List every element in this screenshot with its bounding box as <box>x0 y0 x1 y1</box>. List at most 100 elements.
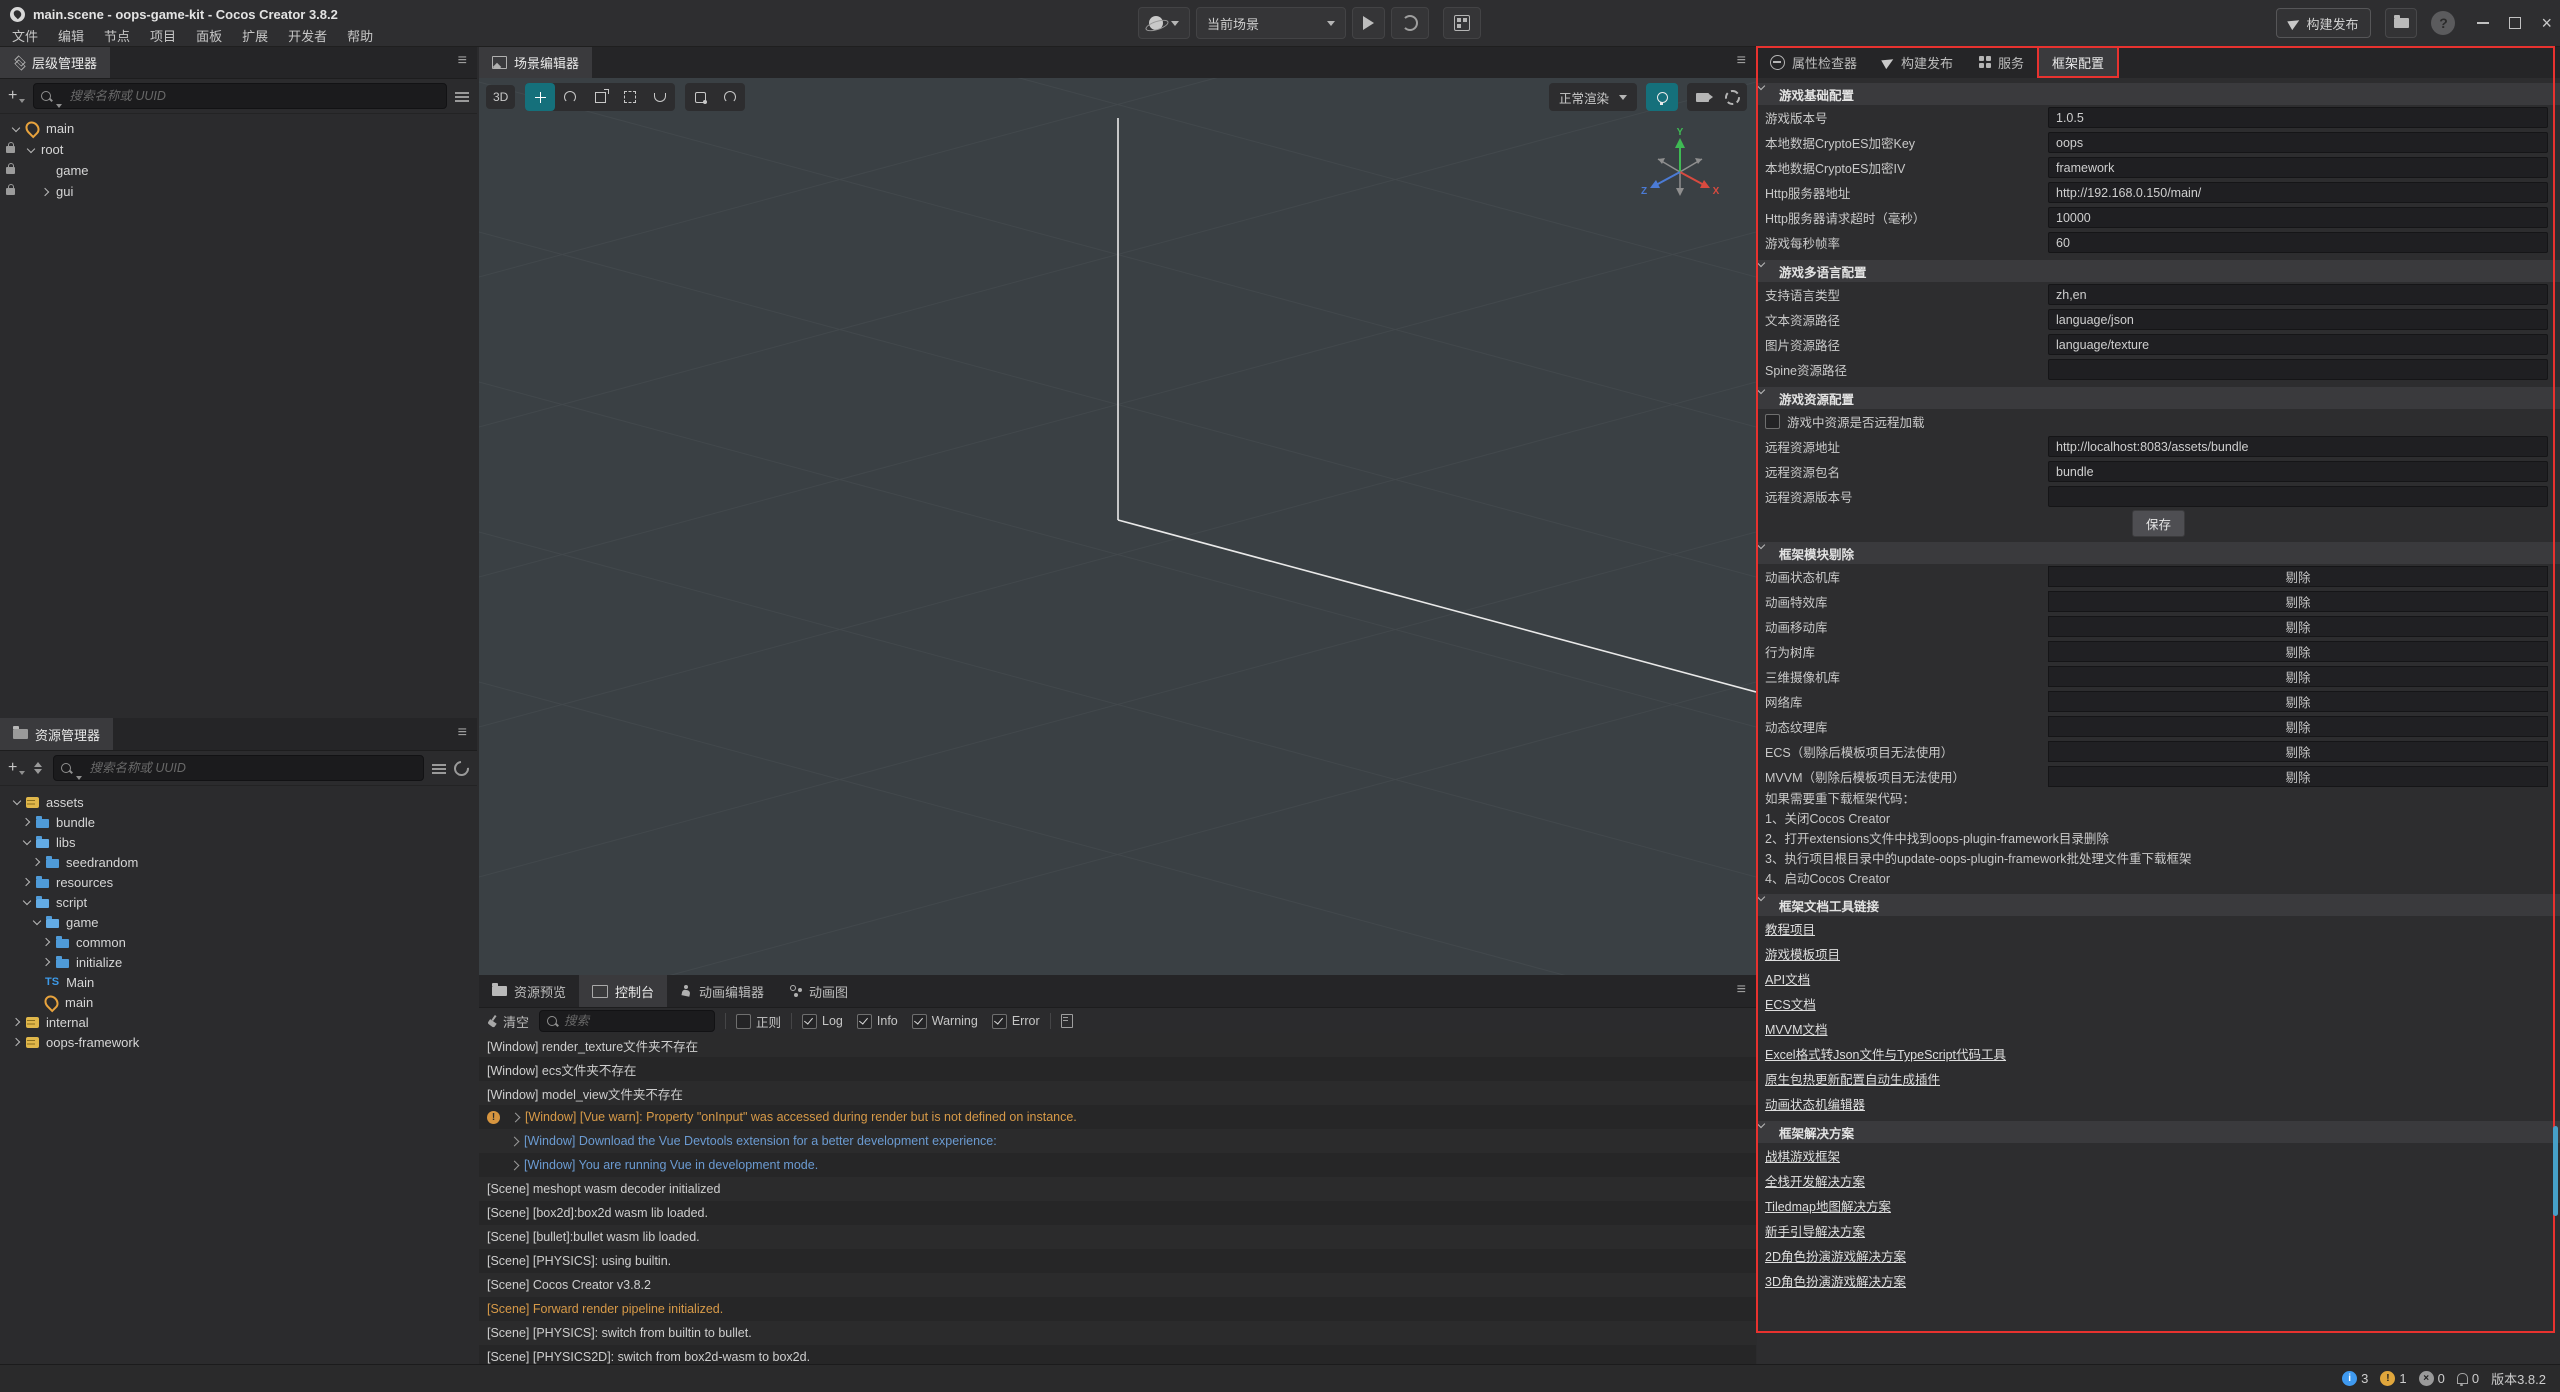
filter-icon[interactable] <box>455 91 469 101</box>
tab-属性检查器[interactable]: 属性检查器 <box>1757 46 1870 78</box>
scene-select[interactable]: 当前场景 <box>1196 7 1346 39</box>
tree-node-gui[interactable]: gui <box>0 181 477 202</box>
tab-动画图[interactable]: 动画图 <box>777 975 861 1007</box>
menu-item-扩展[interactable]: 扩展 <box>232 26 278 45</box>
config-checkbox-row[interactable]: 游戏中资源是否远程加载 <box>1757 409 2560 434</box>
section-header-框架解决方案[interactable]: 框架解决方案 <box>1757 1121 2560 1143</box>
menu-item-面板[interactable]: 面板 <box>186 26 232 45</box>
remove-button[interactable]: 剔除 <box>2048 666 2548 687</box>
info-count[interactable]: i3 <box>2342 1371 2368 1386</box>
refresh-icon[interactable] <box>451 757 472 778</box>
chevron-right-icon[interactable] <box>43 938 51 946</box>
log-row[interactable]: [Scene] [PHYSICS]: using builtin. <box>479 1249 1756 1273</box>
filter-Warning[interactable]: Warning <box>912 1014 978 1029</box>
filter-Log[interactable]: Log <box>802 1014 843 1029</box>
config-input-Spine资源路径[interactable] <box>2048 359 2548 380</box>
asset-node-main[interactable]: main <box>0 992 477 1012</box>
notification-count[interactable]: 0 <box>2457 1371 2479 1386</box>
chevron-right-icon[interactable] <box>33 858 41 866</box>
help-button[interactable]: ? <box>2431 11 2455 35</box>
tab-服务[interactable]: 服务 <box>1966 46 2037 78</box>
remove-button[interactable]: 剔除 <box>2048 691 2548 712</box>
regex-checkbox[interactable]: 正则 <box>736 1012 781 1031</box>
chevron-right-icon[interactable] <box>13 1018 21 1026</box>
chevron-right-icon[interactable] <box>43 958 51 966</box>
chevron-right-icon[interactable] <box>510 1160 520 1170</box>
menu-item-开发者[interactable]: 开发者 <box>278 26 337 45</box>
log-row[interactable]: [Scene] Forward render pipeline initiali… <box>479 1297 1756 1321</box>
asset-node-resources[interactable]: resources <box>0 872 477 892</box>
link-ECS文档[interactable]: ECS文档 <box>1757 991 2560 1016</box>
menu-item-文件[interactable]: 文件 <box>2 26 48 45</box>
log-row[interactable]: [Window] model_view文件夹不存在 <box>479 1081 1756 1105</box>
asset-node-seedrandom[interactable]: seedrandom <box>0 852 477 872</box>
tab-资源预览[interactable]: 资源预览 <box>479 975 579 1007</box>
chevron-down-icon[interactable] <box>27 146 35 154</box>
config-input-本地数据CryptoES加密Key[interactable] <box>2048 132 2548 153</box>
chevron-right-icon[interactable] <box>511 1112 521 1122</box>
axis-gizmo[interactable]: Y X Z <box>1638 126 1722 210</box>
tree-node-main[interactable]: main <box>0 118 477 139</box>
asset-node-initialize[interactable]: initialize <box>0 952 477 972</box>
log-row[interactable]: [Scene] [PHYSICS2D]: switch from box2d-w… <box>479 1345 1756 1364</box>
hierarchy-search-input[interactable] <box>67 88 439 104</box>
clear-console-button[interactable]: 清空 <box>487 1012 529 1031</box>
remove-button[interactable]: 剔除 <box>2048 766 2548 787</box>
create-node-button[interactable]: + <box>8 89 25 103</box>
section-header-框架模块剔除[interactable]: 框架模块剔除 <box>1757 542 2560 564</box>
link-全栈开发解决方案[interactable]: 全栈开发解决方案 <box>1757 1168 2560 1193</box>
menu-item-帮助[interactable]: 帮助 <box>337 26 383 45</box>
config-input-图片资源路径[interactable] <box>2048 334 2548 355</box>
mode-3d-button[interactable]: 3D <box>486 85 515 109</box>
config-input-本地数据CryptoES加密IV[interactable] <box>2048 157 2548 178</box>
log-row[interactable]: [Window] ecs文件夹不存在 <box>479 1057 1756 1081</box>
link-教程项目[interactable]: 教程项目 <box>1757 916 2560 941</box>
link-API文档[interactable]: API文档 <box>1757 966 2560 991</box>
remove-button[interactable]: 剔除 <box>2048 591 2548 612</box>
chevron-right-icon[interactable] <box>23 818 31 826</box>
chevron-down-icon[interactable] <box>13 798 21 806</box>
link-Tiledmap地图解决方案[interactable]: Tiledmap地图解决方案 <box>1757 1193 2560 1218</box>
asset-node-oops-framework[interactable]: oops-framework <box>0 1032 477 1052</box>
tab-动画编辑器[interactable]: 动画编辑器 <box>667 975 777 1007</box>
asset-node-bundle[interactable]: bundle <box>0 812 477 832</box>
asset-node-common[interactable]: common <box>0 932 477 952</box>
chevron-right-icon[interactable] <box>23 878 31 886</box>
maximize-button[interactable] <box>2509 17 2521 29</box>
create-asset-button[interactable]: + <box>8 761 25 775</box>
config-input-远程资源版本号[interactable] <box>2048 486 2548 507</box>
section-header-游戏资源配置[interactable]: 游戏资源配置 <box>1757 387 2560 409</box>
section-header-游戏多语言配置[interactable]: 游戏多语言配置 <box>1757 260 2560 282</box>
panel-menu-icon[interactable] <box>1737 53 1746 69</box>
log-row[interactable]: [Window] render_texture文件夹不存在 <box>479 1033 1756 1057</box>
chevron-right-icon[interactable] <box>13 1038 21 1046</box>
tab-scene-editor[interactable]: 场景编辑器 <box>479 46 592 78</box>
config-input-Http服务器请求超时（毫秒）[interactable] <box>2048 207 2548 228</box>
chevron-down-icon[interactable] <box>23 898 31 906</box>
tab-框架配置[interactable]: 框架配置 <box>2037 46 2119 78</box>
config-input-游戏每秒帧率[interactable] <box>2048 232 2548 253</box>
log-row[interactable]: [Scene] Cocos Creator v3.8.2 <box>479 1273 1756 1297</box>
console-search-input[interactable] <box>562 1013 729 1029</box>
chevron-right-icon[interactable] <box>42 188 50 196</box>
panel-menu-icon[interactable] <box>458 725 467 741</box>
link-游戏模板项目[interactable]: 游戏模板项目 <box>1757 941 2560 966</box>
tab-构建发布[interactable]: 构建发布 <box>1870 46 1966 78</box>
section-header-框架文档工具链接[interactable]: 框架文档工具链接 <box>1757 894 2560 916</box>
config-input-文本资源路径[interactable] <box>2048 309 2548 330</box>
gizmo-space-button[interactable] <box>715 83 745 111</box>
tree-node-game[interactable]: game <box>0 160 477 181</box>
log-row[interactable]: [Scene] [bullet]:bullet wasm lib loaded. <box>479 1225 1756 1249</box>
scrollbar-thumb[interactable] <box>2553 1126 2558 1216</box>
warning-count[interactable]: !1 <box>2380 1371 2406 1386</box>
open-folder-button[interactable] <box>2385 8 2417 38</box>
remove-button[interactable]: 剔除 <box>2048 741 2548 762</box>
assets-search-input[interactable] <box>87 760 416 776</box>
link-动画状态机编辑器[interactable]: 动画状态机编辑器 <box>1757 1091 2560 1116</box>
tab-hierarchy[interactable]: 层级管理器 <box>0 46 110 78</box>
minimize-button[interactable] <box>2477 22 2489 24</box>
link-战棋游戏框架[interactable]: 战棋游戏框架 <box>1757 1143 2560 1168</box>
filter-Error[interactable]: Error <box>992 1014 1040 1029</box>
build-publish-button[interactable]: 构建发布 <box>2276 8 2371 38</box>
restart-button[interactable] <box>1391 7 1429 39</box>
